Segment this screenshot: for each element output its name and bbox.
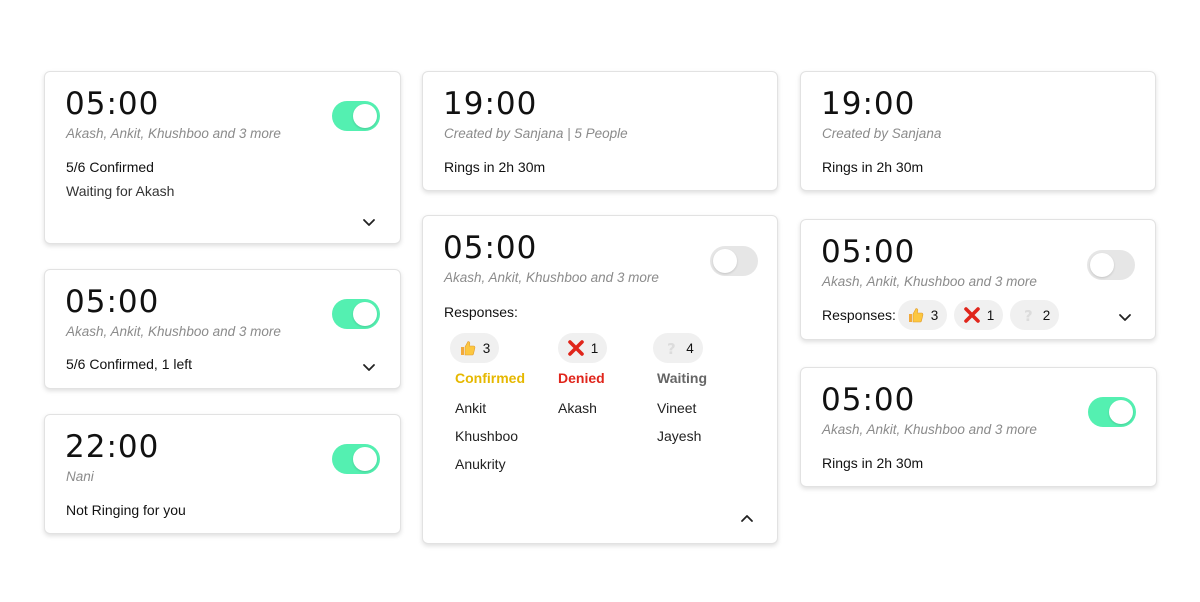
alarm-card-8[interactable]: 05:00 Akash, Ankit, Khushboo and 3 more … [800,367,1157,487]
thumbs-up-count: 3 [482,340,491,356]
alarm-card-4[interactable]: 19:00 Created by Sanjana | 5 People Ring… [422,71,778,191]
question-count: 2 [1042,307,1051,323]
alarm-creator: Nani [66,469,94,484]
ringing-status: Not Ringing for you [66,502,186,518]
alarm-toggle[interactable] [332,444,380,474]
confirmed-name: Anukrity [455,456,506,472]
alarm-creator: Created by Sanjana [822,126,942,141]
alarm-time: 05:00 [65,284,160,320]
confirmed-status: 5/6 Confirmed, 1 left [66,356,193,372]
question-pill[interactable]: ? 2 [1010,300,1059,330]
alarm-time: 19:00 [821,86,916,122]
chevron-down-icon[interactable] [361,359,377,375]
confirmed-name: Khushboo [455,428,519,444]
alarm-toggle[interactable] [1087,250,1135,280]
thumbs-up-count: 3 [930,307,939,323]
denied-label: Denied [558,370,605,386]
alarm-time: 05:00 [821,382,916,418]
alarm-toggle[interactable] [332,299,380,329]
chevron-up-icon[interactable] [739,511,755,527]
alarm-toggle[interactable] [332,101,380,131]
cross-count: 1 [590,340,599,356]
cross-pill[interactable]: 1 [558,333,607,363]
alarm-members: Akash, Ankit, Khushboo and 3 more [822,422,1037,437]
alarm-time: 05:00 [821,234,916,270]
question-pill[interactable]: ? 4 [653,333,703,363]
alarm-time: 05:00 [443,230,538,266]
svg-text:?: ? [1024,307,1033,324]
alarm-toggle[interactable] [710,246,758,276]
chevron-down-icon[interactable] [1117,309,1133,325]
rings-in: Rings in 2h 30m [822,455,924,471]
alarm-card-expanded[interactable]: 05:00 Akash, Ankit, Khushboo and 3 more … [422,215,778,544]
thumbs-up-icon [459,339,477,357]
svg-text:?: ? [667,340,676,357]
cross-count: 1 [986,307,995,323]
alarm-time: 19:00 [443,86,538,122]
alarm-card-2[interactable]: 05:00 Akash, Ankit, Khushboo and 3 more … [44,269,401,389]
alarm-toggle[interactable] [1088,397,1136,427]
responses-label: Responses: [822,307,896,323]
waiting-name: Vineet [657,400,697,416]
thumbs-up-icon [907,306,925,324]
alarm-members: Akash, Ankit, Khushboo and 3 more [444,270,659,285]
alarm-members: Akash, Ankit, Khushboo and 3 more [822,274,1037,289]
alarm-card-3[interactable]: 22:00 Nani Not Ringing for you [44,414,401,534]
alarm-members: Akash, Ankit, Khushboo and 3 more [66,126,281,141]
confirmed-name: Ankit [455,400,487,416]
question-count: 4 [686,340,694,356]
rings-in: Rings in 2h 30m [444,159,546,175]
cross-icon [567,339,585,357]
cross-icon [963,306,981,324]
waiting-label: Waiting [657,370,708,386]
responses-label: Responses: [444,304,518,320]
alarm-members: Akash, Ankit, Khushboo and 3 more [66,324,281,339]
waiting-name: Jayesh [657,428,702,444]
alarm-creator: Created by Sanjana | 5 People [444,126,628,141]
chevron-down-icon[interactable] [361,214,377,230]
thumbs-up-pill[interactable]: 3 [898,300,947,330]
alarm-card-7[interactable]: 05:00 Akash, Ankit, Khushboo and 3 more … [800,219,1156,340]
alarm-time: 22:00 [65,429,160,465]
waiting-status: Waiting for Akash [66,183,175,199]
question-icon: ? [1019,306,1037,325]
confirmed-label: Confirmed [455,370,525,386]
thumbs-up-pill[interactable]: 3 [450,333,499,363]
rings-in: Rings in 2h 30m [822,159,924,175]
confirmed-status: 5/6 Confirmed [66,159,154,175]
alarm-card-1[interactable]: 05:00 Akash, Ankit, Khushboo and 3 more … [44,71,401,244]
cross-pill[interactable]: 1 [954,300,1003,330]
question-icon: ? [662,339,680,358]
alarm-time: 05:00 [65,86,160,122]
denied-name: Akash [558,400,597,416]
alarm-card-6[interactable]: 19:00 Created by Sanjana Rings in 2h 30m [800,71,1156,191]
